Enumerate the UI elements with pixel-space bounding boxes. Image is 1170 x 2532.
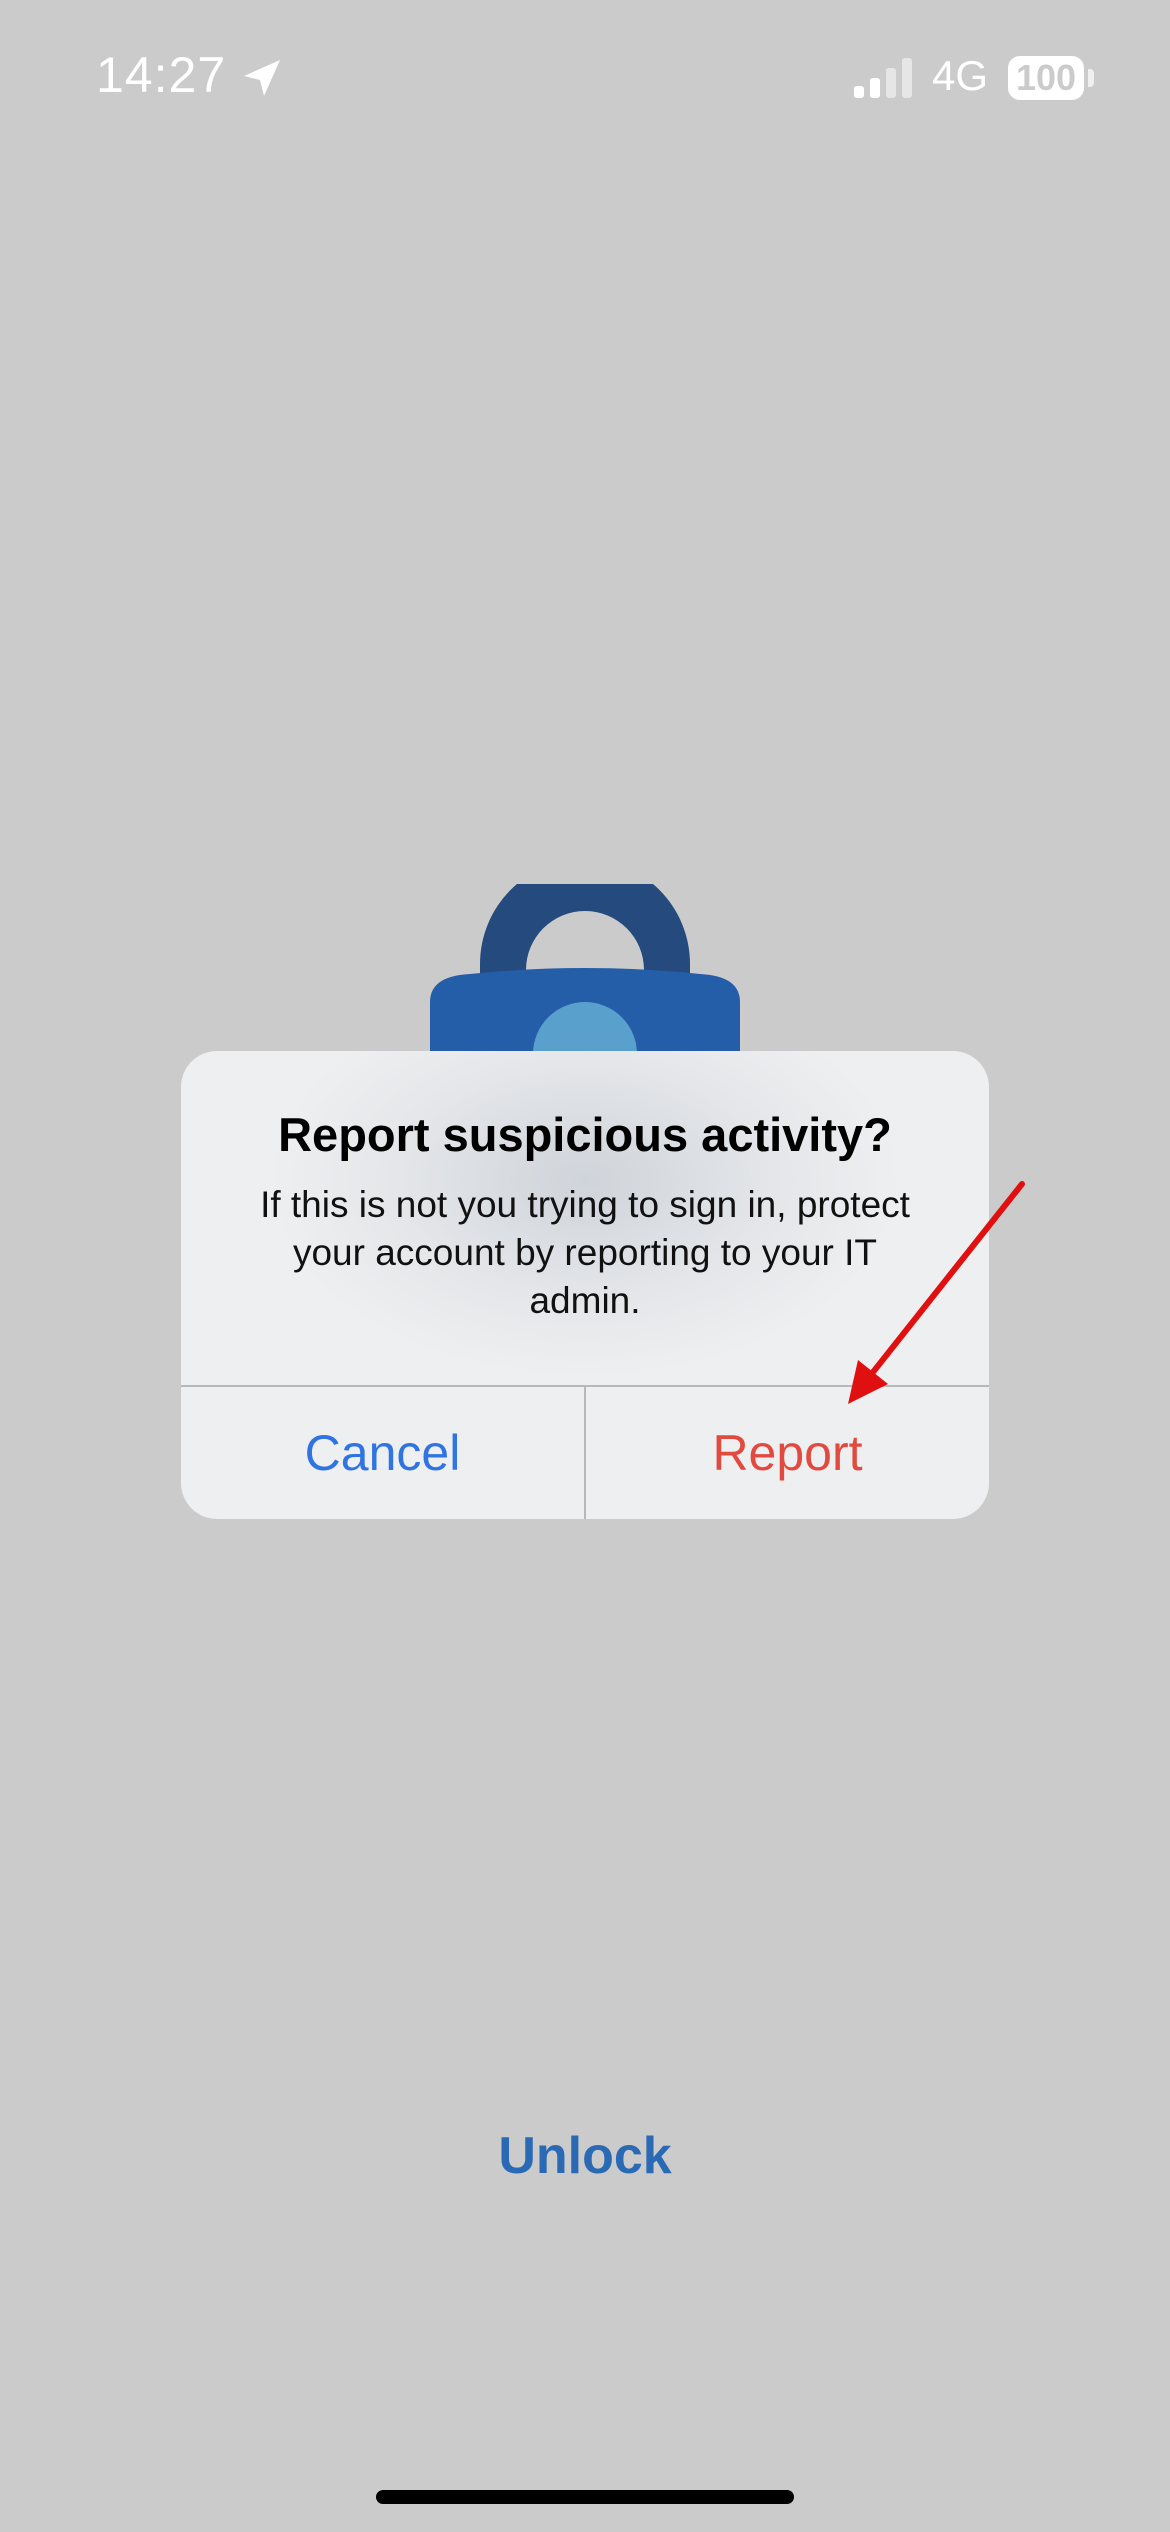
red-arrow-icon [848, 1181, 1025, 1404]
unlock-button[interactable]: Unlock [0, 2126, 1170, 2186]
battery-tip [1088, 69, 1094, 87]
cellular-signal-icon [854, 58, 912, 98]
cancel-button[interactable]: Cancel [181, 1387, 584, 1519]
status-bar: 14:27 4G 100 [0, 0, 1170, 150]
status-time: 14:27 [96, 47, 227, 103]
dialog-title: Report suspicious activity? [278, 1108, 892, 1161]
home-indicator[interactable] [376, 2490, 794, 2504]
battery-icon: 100 [1008, 56, 1084, 100]
network-type: 4G [932, 52, 989, 99]
location-arrow-icon [244, 60, 280, 96]
battery-level: 100 [1015, 57, 1077, 98]
dialog-message: If this is not you trying to sign in, pr… [260, 1184, 910, 1321]
padlock-icon [430, 884, 740, 1054]
